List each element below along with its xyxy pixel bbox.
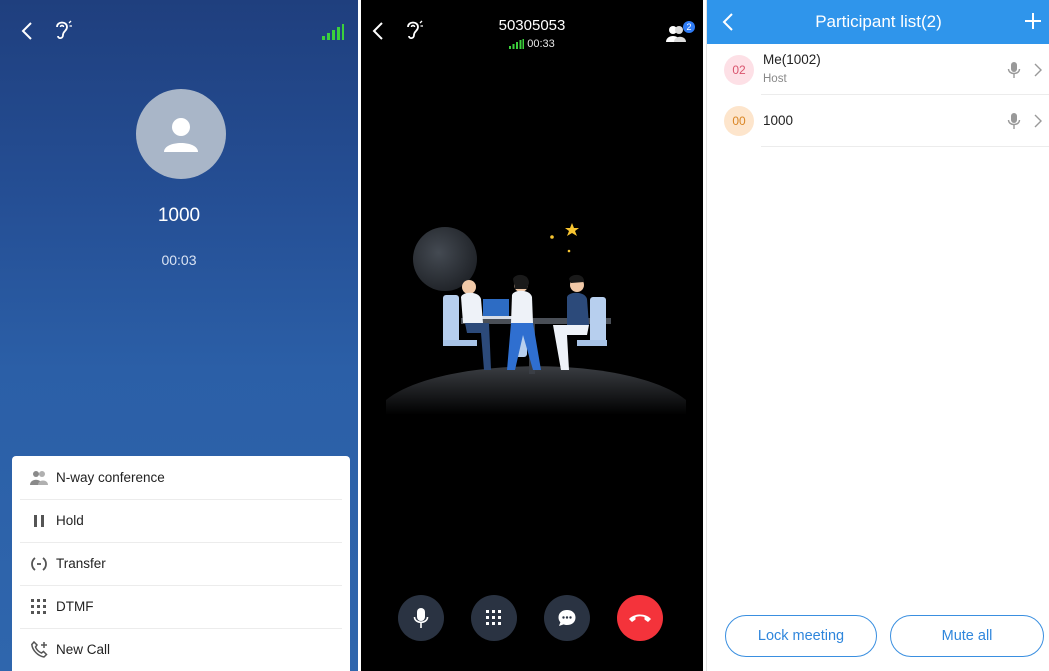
- conference-screen: 50305053 00:33 2: [361, 0, 703, 671]
- menu-item-n-way-conference[interactable]: N-way conference: [12, 456, 350, 499]
- back-icon[interactable]: [18, 20, 38, 42]
- pause-icon: [30, 512, 48, 530]
- participant-row[interactable]: 00 1000: [707, 95, 1049, 147]
- call-status: 00:33: [361, 38, 703, 50]
- lock-meeting-button[interactable]: Lock meeting: [725, 615, 877, 657]
- participant-avatar: 00: [724, 106, 754, 136]
- caller-name: 1000: [157, 205, 201, 226]
- menu-item-dtmf[interactable]: DTMF: [12, 585, 350, 628]
- chevron-right-icon[interactable]: [1033, 114, 1043, 128]
- participant-list-screen: Participant list(2) 02 Me(1002) Host 00 …: [706, 0, 1049, 671]
- page-title: Participant list(2): [815, 12, 942, 31]
- mute-all-button[interactable]: Mute all: [890, 615, 1044, 657]
- participant-name: Me(1002): [763, 52, 821, 67]
- conference-duration: 00:33: [527, 38, 555, 50]
- dialpad-button[interactable]: [471, 595, 517, 641]
- conference-icon: [30, 469, 48, 487]
- mic-icon[interactable]: [1007, 112, 1021, 130]
- meeting-illustration: [386, 223, 686, 415]
- dialpad-icon: [486, 610, 501, 625]
- participant-row[interactable]: 02 Me(1002) Host: [707, 44, 1049, 96]
- call-duration: 00:03: [161, 252, 197, 268]
- avatar: [136, 89, 226, 179]
- new-call-icon: [30, 641, 48, 659]
- add-participant-icon[interactable]: [1022, 10, 1044, 32]
- dialpad-icon: [30, 598, 48, 616]
- participant-avatar: 02: [724, 55, 754, 85]
- chevron-right-icon[interactable]: [1033, 63, 1043, 77]
- participant-role: Host: [763, 73, 787, 85]
- participant-name: 1000: [763, 113, 794, 128]
- hangup-icon: [629, 614, 651, 622]
- divider: [761, 146, 1049, 147]
- mute-mic-button[interactable]: [398, 595, 444, 641]
- user-icon: [164, 118, 198, 152]
- mic-icon[interactable]: [1007, 61, 1021, 79]
- menu-item-new-call[interactable]: New Call: [12, 628, 350, 671]
- header-bar: Participant list(2): [707, 0, 1049, 44]
- mic-icon: [413, 608, 429, 628]
- conference-number: 50305053: [498, 17, 566, 34]
- menu-item-hold[interactable]: Hold: [12, 499, 350, 542]
- signal-icon: [322, 24, 344, 40]
- signal-icon: [509, 39, 525, 49]
- ear-icon[interactable]: [52, 18, 72, 42]
- menu-item-transfer[interactable]: Transfer: [12, 542, 350, 585]
- call-options-menu: N-way conference Hold Transfer DTMF New …: [12, 456, 350, 671]
- hangup-button[interactable]: [617, 595, 663, 641]
- transfer-icon: [30, 555, 48, 573]
- chat-button[interactable]: [544, 595, 590, 641]
- participant-count-badge: 2: [683, 21, 695, 33]
- call-screen: 1000 00:03 N-way conference Hold Transfe…: [0, 0, 358, 671]
- chat-icon: [558, 610, 576, 626]
